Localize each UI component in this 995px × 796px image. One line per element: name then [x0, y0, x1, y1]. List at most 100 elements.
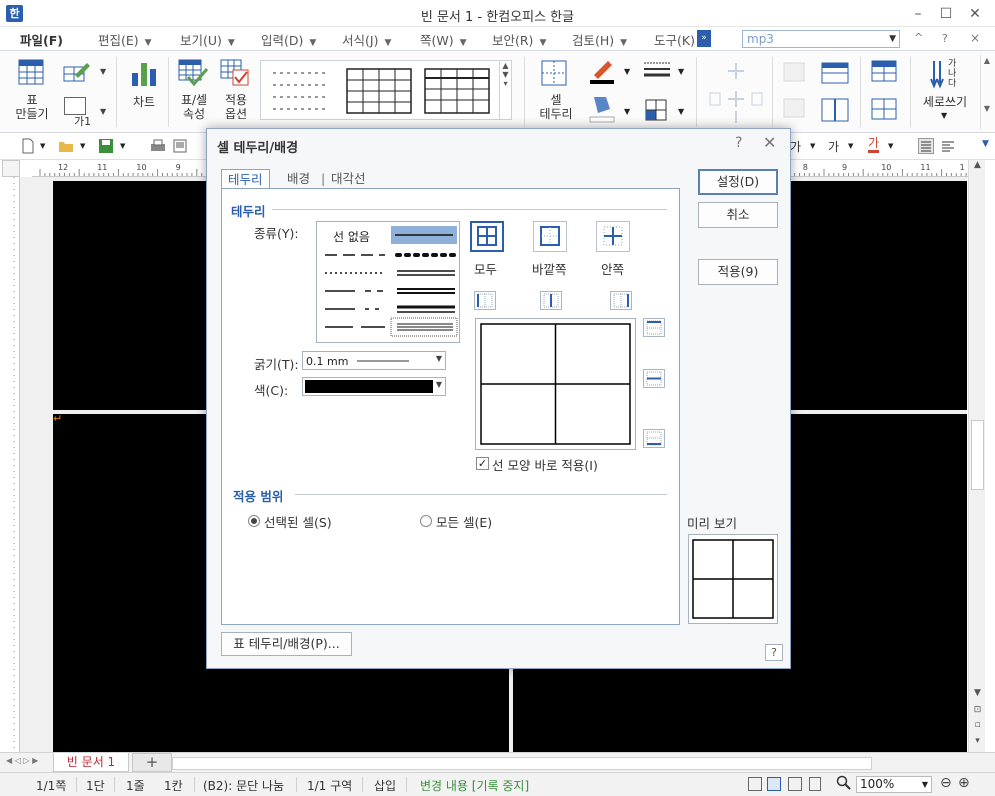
line-none-option[interactable]: 선 없음 — [333, 228, 370, 245]
view-normal-icon[interactable] — [748, 777, 762, 791]
cell-shading-icon[interactable] — [645, 99, 667, 121]
menu-security[interactable]: 보안(R) ▼ — [492, 30, 546, 49]
textbox-dropdown-icon[interactable]: ▼ — [100, 107, 106, 116]
line-solid-option-selected[interactable] — [391, 226, 457, 244]
split-cells-icon[interactable] — [820, 59, 850, 125]
apply-button[interactable]: 적용(9) — [698, 259, 778, 285]
gallery-item-grid-bold[interactable] — [423, 67, 491, 115]
menu-tools[interactable]: 도구(K) — [654, 30, 695, 49]
thickness-dropdown-icon[interactable]: ▼ — [436, 354, 442, 363]
scope-selected-radio[interactable] — [248, 515, 260, 527]
color-select[interactable]: ▼ — [302, 377, 446, 396]
line-style-dropdown-icon[interactable]: ▼ — [678, 67, 684, 76]
insert-row-icon[interactable] — [706, 59, 766, 125]
font-color-button[interactable]: 가 — [868, 137, 880, 153]
zoom-in-icon[interactable]: ⊕ — [958, 775, 970, 791]
gallery-item-dashed[interactable] — [267, 67, 335, 115]
page-up-icon[interactable]: ⊡ — [969, 705, 986, 721]
eraser-icon[interactable] — [780, 59, 810, 125]
align-left-icon[interactable] — [940, 138, 956, 154]
cell-border-icon[interactable] — [540, 59, 568, 87]
add-tab-button[interactable]: + — [132, 753, 172, 772]
vertical-scrollbar[interactable]: ▲ ▼ ⊡ ▫ ▾ — [968, 160, 985, 752]
apply-immediately-checkbox[interactable]: ✓ — [476, 457, 489, 470]
menu-file[interactable]: 파일(F) — [20, 30, 63, 49]
tab-nav-icons[interactable]: ◀ ◁ ▷ ▶ — [6, 756, 38, 765]
menu-insert[interactable]: 입력(D) ▼ — [261, 30, 316, 49]
maximize-button[interactable]: ☐ — [934, 3, 958, 25]
brush-color-icon[interactable] — [588, 57, 616, 85]
apply-options-button[interactable]: 적용 옵션 — [216, 93, 256, 121]
doc-close-button[interactable]: × — [970, 31, 980, 45]
chart-icon[interactable] — [130, 59, 158, 87]
brush-dropdown-icon[interactable]: ▼ — [624, 67, 630, 76]
row-col-icon[interactable] — [870, 59, 898, 125]
page-mode-icon[interactable]: ▫ — [969, 720, 986, 736]
search-input[interactable]: mp3 ▼ — [742, 30, 900, 48]
vertical-writing-icon[interactable] — [930, 59, 946, 89]
new-doc-dropdown-icon[interactable]: ▼ — [40, 142, 45, 150]
tab-blank-document[interactable]: 빈 문서 1 — [53, 753, 129, 772]
scroll-up-icon[interactable]: ▲ — [969, 160, 986, 176]
preset-all-button[interactable] — [470, 221, 504, 252]
scope-all-radio[interactable] — [420, 515, 432, 527]
table-make-button[interactable]: 표 만들기 — [10, 93, 54, 121]
status-insert-mode[interactable]: 삽입 — [374, 777, 396, 794]
tab-border[interactable]: 테두리 — [221, 169, 270, 189]
menu-edit[interactable]: 편집(E) ▼ — [98, 30, 152, 49]
chart-button[interactable]: 차트 — [124, 95, 164, 109]
preset-outer-button[interactable] — [533, 221, 567, 252]
dialog-close-button[interactable]: ✕ — [763, 133, 776, 152]
status-page[interactable]: 1/1쪽 — [36, 777, 66, 794]
right-border-button[interactable] — [610, 291, 632, 310]
char-style-a-dropdown-icon[interactable]: ▼ — [810, 142, 815, 150]
char-style-b-dropdown-icon[interactable]: ▼ — [848, 142, 853, 150]
view-twopage-icon[interactable] — [788, 777, 802, 791]
scroll-down-icon[interactable]: ▼ — [969, 688, 986, 704]
open-dropdown-icon[interactable]: ▼ — [80, 142, 85, 150]
table-border-button[interactable]: 표 테두리/배경(P)... — [221, 632, 352, 656]
char-style-b[interactable]: 가 — [828, 138, 839, 155]
top-border-button[interactable] — [643, 318, 665, 337]
dialog-help-button[interactable]: ? — [735, 135, 742, 151]
horizontal-center-border-button[interactable] — [643, 369, 665, 388]
ruler-corner[interactable] — [2, 160, 20, 177]
justify-icon[interactable] — [918, 138, 934, 154]
vertical-center-border-button[interactable] — [540, 291, 562, 310]
minimize-button[interactable]: – — [906, 3, 930, 25]
help-button[interactable]: ? — [942, 32, 948, 45]
preview-icon[interactable] — [172, 138, 188, 154]
menu-view[interactable]: 보기(U) ▼ — [180, 30, 235, 49]
line-style-icon[interactable] — [642, 59, 672, 79]
context-help-icon[interactable]: ? — [765, 644, 783, 661]
fill-dropdown-icon[interactable]: ▼ — [624, 107, 630, 116]
zoom-magnifier-icon[interactable] — [836, 775, 852, 791]
save-dropdown-icon[interactable]: ▼ — [120, 142, 125, 150]
line-type-samples[interactable] — [319, 246, 459, 342]
open-folder-icon[interactable] — [58, 138, 74, 154]
zoom-out-icon[interactable]: ⊖ — [940, 775, 952, 791]
pencil-table-icon[interactable] — [63, 61, 91, 83]
font-color-dropdown-icon[interactable]: ▼ — [888, 142, 893, 150]
shading-dropdown-icon[interactable]: ▼ — [678, 107, 684, 116]
ribbon-collapse-button[interactable]: ^ — [914, 31, 923, 44]
tab-background[interactable]: 배경 — [281, 169, 316, 189]
char-style-a[interactable]: 가 — [790, 138, 801, 155]
gallery-scrollbar[interactable]: ▲ ▼ ▾ — [499, 60, 512, 120]
vertical-ruler[interactable] — [2, 177, 20, 752]
color-dropdown-icon[interactable]: ▼ — [436, 380, 442, 389]
menu-more-button[interactable]: » — [697, 30, 711, 47]
table-props-button[interactable]: 표/셀 속성 — [174, 93, 214, 121]
scroll-thumb[interactable] — [971, 420, 984, 490]
thickness-select[interactable]: 0.1 mm ▼ — [302, 351, 446, 370]
apply-options-icon[interactable] — [220, 59, 250, 87]
ok-button[interactable]: 설정(D) — [698, 169, 778, 195]
left-border-button[interactable] — [474, 291, 496, 310]
gallery-item-grid[interactable] — [345, 67, 413, 115]
menu-format[interactable]: 서식(J) ▼ — [342, 30, 391, 49]
cell-style-gallery[interactable] — [260, 60, 500, 120]
print-icon[interactable] — [150, 138, 166, 154]
status-track-changes[interactable]: 변경 내용 [기록 중지] — [420, 777, 529, 794]
table-props-icon[interactable] — [178, 59, 208, 87]
page-down-icon[interactable]: ▾ — [969, 736, 986, 752]
